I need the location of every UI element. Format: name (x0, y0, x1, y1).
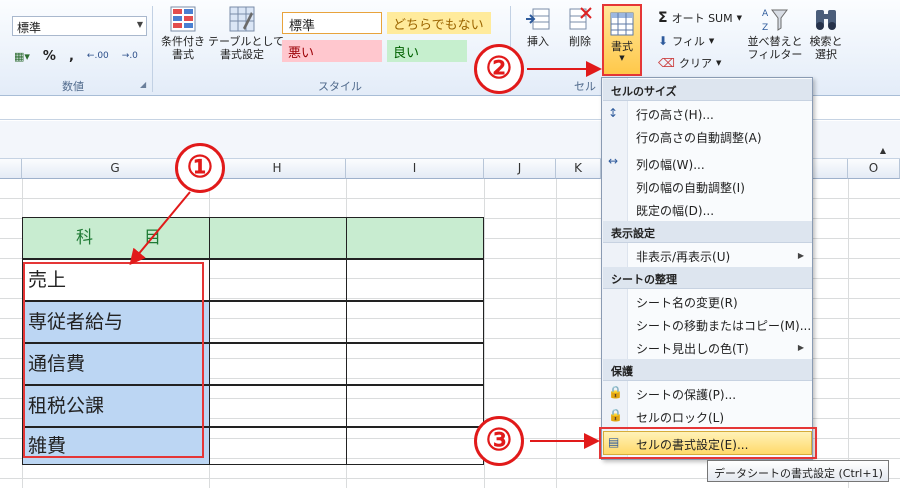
annotation-step-3: ③ (474, 416, 524, 466)
annotation-step-2: ② (474, 44, 524, 94)
annotation-arrows (129, 61, 602, 449)
annotation-step-1: ① (175, 143, 225, 193)
